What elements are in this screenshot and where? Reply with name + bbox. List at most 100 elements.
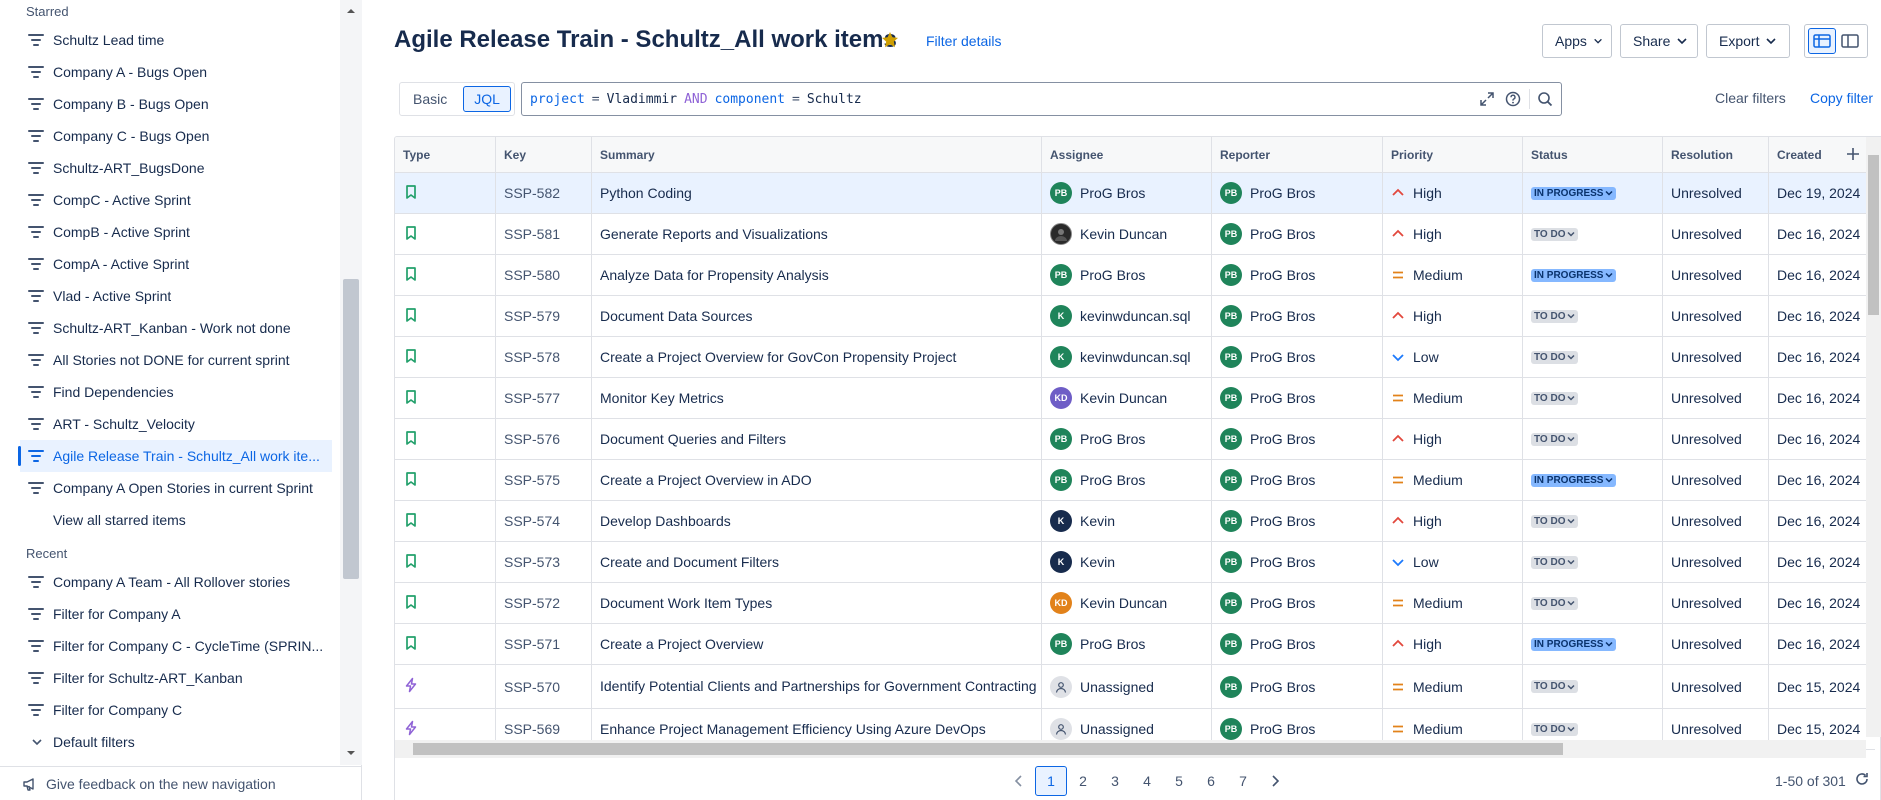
summary-cell[interactable]: Develop Dashboards — [592, 501, 1042, 541]
priority-cell[interactable]: High — [1383, 173, 1523, 213]
table-row[interactable]: SSP-581 Generate Reports and Visualizatio… — [395, 214, 1875, 255]
key-cell[interactable]: SSP-574 — [496, 501, 592, 541]
key-cell[interactable]: SSP-582 — [496, 173, 592, 213]
reporter-cell[interactable]: PB ProG Bros — [1212, 665, 1383, 708]
assignee-cell[interactable]: PB ProG Bros — [1042, 460, 1212, 500]
assignee-cell[interactable]: KD Kevin Duncan — [1042, 378, 1212, 418]
priority-cell[interactable]: Low — [1383, 542, 1523, 582]
column-header-priority[interactable]: Priority — [1383, 137, 1523, 172]
status-lozenge[interactable]: TO DO — [1531, 432, 1579, 446]
previous-page-button[interactable] — [1003, 766, 1035, 796]
view-all-starred-link[interactable]: View all starred items — [0, 504, 340, 536]
key-cell[interactable]: SSP-579 — [496, 296, 592, 336]
reporter-cell[interactable]: PB ProG Bros — [1212, 460, 1383, 500]
status-lozenge[interactable]: TO DO — [1531, 680, 1579, 693]
assignee-cell[interactable]: K Kevin — [1042, 501, 1212, 541]
default-filters-toggle[interactable]: Default filters — [0, 726, 340, 758]
sidebar-filter-item[interactable]: Filter for Company A — [0, 598, 340, 630]
table-row[interactable]: SSP-573 Create and Document Filters K Kevin… — [395, 542, 1875, 583]
reporter-cell[interactable]: PB ProG Bros — [1212, 542, 1383, 582]
assignee-cell[interactable]: Kkevinwduncan.sql — [1042, 296, 1212, 336]
table-row[interactable]: SSP-577 Monitor Key Metrics KD Kevin Duncan… — [395, 378, 1875, 419]
reporter-cell[interactable]: PB ProG Bros — [1212, 214, 1383, 254]
sidebar-scrollbar[interactable] — [340, 0, 362, 765]
sidebar-filter-item[interactable]: Filter for Company C - CycleTime (SPRIN.… — [0, 630, 340, 662]
key-cell[interactable]: SSP-572 — [496, 583, 592, 623]
key-cell[interactable]: SSP-573 — [496, 542, 592, 582]
summary-cell[interactable]: Analyze Data for Propensity Analysis — [592, 255, 1042, 295]
table-vertical-scrollbar[interactable] — [1866, 137, 1881, 737]
priority-cell[interactable]: Medium — [1383, 378, 1523, 418]
page-button[interactable]: 6 — [1195, 766, 1227, 796]
key-cell[interactable]: SSP-570 — [496, 665, 592, 708]
sidebar-filter-item[interactable]: CompA - Active Sprint — [0, 248, 340, 280]
key-cell[interactable]: SSP-581 — [496, 214, 592, 254]
share-button[interactable]: Share — [1620, 24, 1698, 58]
key-cell[interactable]: SSP-576 — [496, 419, 592, 459]
sidebar-filter-item[interactable]: CompB - Active Sprint — [0, 216, 340, 248]
reporter-cell[interactable]: PB ProG Bros — [1212, 173, 1383, 213]
sidebar-filter-item[interactable]: Find Dependencies — [0, 376, 340, 408]
export-button[interactable]: Export — [1706, 24, 1790, 58]
status-lozenge[interactable]: TO DO — [1531, 227, 1579, 241]
assignee-cell[interactable]: Unassigned — [1042, 665, 1212, 708]
summary-cell[interactable]: Python Coding — [592, 173, 1042, 213]
key-cell[interactable]: SSP-571 — [496, 624, 592, 664]
assignee-cell[interactable]: KD Kevin Duncan — [1042, 583, 1212, 623]
sidebar-filter-item[interactable]: Company B - Bugs Open — [0, 88, 340, 120]
status-lozenge[interactable]: TO DO — [1531, 555, 1579, 569]
table-row[interactable]: SSP-575 Create a Project Overview in ADO P… — [395, 460, 1875, 501]
filter-details-link[interactable]: Filter details — [926, 33, 1001, 49]
status-lozenge[interactable]: IN PROGRESS — [1531, 268, 1617, 282]
page-button[interactable]: 5 — [1163, 766, 1195, 796]
sidebar-filter-item[interactable]: ART - Schultz_Velocity — [0, 408, 340, 440]
sidebar-filter-item[interactable]: Schultz Lead time — [0, 24, 340, 56]
assignee-cell[interactable]: Kkevinwduncan.sql — [1042, 337, 1212, 377]
status-lozenge[interactable]: TO DO — [1531, 309, 1579, 323]
sidebar-filter-item[interactable]: Schultz-ART_BugsDone — [0, 152, 340, 184]
key-cell[interactable]: SSP-577 — [496, 378, 592, 418]
copy-filter-button[interactable]: Copy filter — [1810, 90, 1873, 106]
assignee-cell[interactable]: PB ProG Bros — [1042, 419, 1212, 459]
column-header-type[interactable]: Type — [395, 137, 496, 172]
more-actions-button[interactable]: ··· — [1875, 24, 1881, 58]
summary-cell[interactable]: Document Queries and Filters — [592, 419, 1042, 459]
page-button[interactable]: 4 — [1131, 766, 1163, 796]
table-row[interactable]: SSP-579 Document Data Sources Kkevinwdunca… — [395, 296, 1875, 337]
priority-cell[interactable]: High — [1383, 419, 1523, 459]
table-row[interactable]: SSP-570 Identify Potential Clients and Pa… — [395, 665, 1875, 709]
sidebar-filter-item[interactable]: CompC - Active Sprint — [0, 184, 340, 216]
column-header-status[interactable]: Status — [1523, 137, 1663, 172]
key-cell[interactable]: SSP-575 — [496, 460, 592, 500]
star-icon[interactable] — [880, 30, 900, 50]
summary-cell[interactable]: Create a Project Overview in ADO — [592, 460, 1042, 500]
assignee-cell[interactable]: PB ProG Bros — [1042, 173, 1212, 213]
priority-cell[interactable]: High — [1383, 214, 1523, 254]
priority-cell[interactable]: Low — [1383, 337, 1523, 377]
sidebar-filter-item[interactable]: Company C - Bugs Open — [0, 120, 340, 152]
assignee-cell[interactable]: PB ProG Bros — [1042, 255, 1212, 295]
table-row[interactable]: SSP-578 Create a Project Overview for Gov… — [395, 337, 1875, 378]
refresh-icon[interactable] — [1854, 771, 1870, 787]
give-feedback-link[interactable]: Give feedback on the new navigation — [0, 766, 362, 800]
sidebar-scroll-thumb[interactable] — [343, 279, 359, 579]
summary-cell[interactable]: Create a Project Overview for GovCon Pro… — [592, 337, 1042, 377]
summary-cell[interactable]: Identify Potential Clients and Partnersh… — [592, 665, 1042, 708]
status-lozenge[interactable]: TO DO — [1531, 596, 1579, 610]
apps-button[interactable]: Apps — [1542, 24, 1612, 58]
page-button[interactable]: 7 — [1227, 766, 1259, 796]
assignee-cell[interactable]: K Kevin — [1042, 542, 1212, 582]
status-lozenge[interactable]: IN PROGRESS — [1531, 637, 1617, 651]
sidebar-filter-item[interactable]: Vlad - Active Sprint — [0, 280, 340, 312]
column-header-key[interactable]: Key — [496, 137, 592, 172]
key-cell[interactable]: SSP-578 — [496, 337, 592, 377]
scroll-up-icon[interactable] — [345, 5, 357, 17]
table-row[interactable]: SSP-580 Analyze Data for Propensity Analy… — [395, 255, 1875, 296]
priority-cell[interactable]: High — [1383, 501, 1523, 541]
column-header-assignee[interactable]: Assignee — [1042, 137, 1212, 172]
reporter-cell[interactable]: PB ProG Bros — [1212, 296, 1383, 336]
summary-cell[interactable]: Create a Project Overview — [592, 624, 1042, 664]
status-lozenge[interactable]: IN PROGRESS — [1531, 473, 1617, 487]
column-header-resolution[interactable]: Resolution — [1663, 137, 1769, 172]
priority-cell[interactable]: High — [1383, 624, 1523, 664]
